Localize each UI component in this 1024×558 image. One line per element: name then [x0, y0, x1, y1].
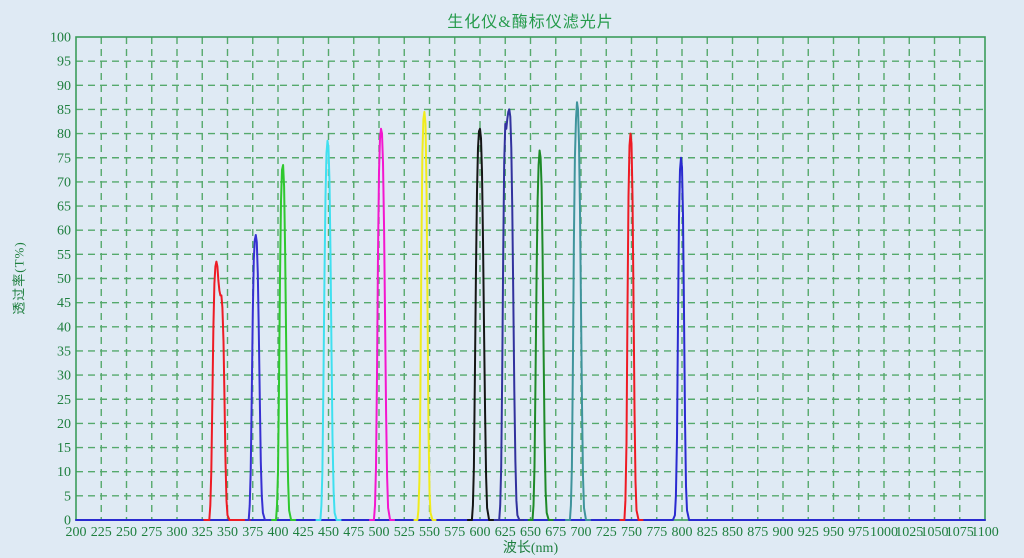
y-tick-label: 60	[57, 224, 71, 239]
y-tick-label: 5	[64, 489, 71, 504]
plot-area: 2002252502753003253503754004254504755005…	[0, 0, 1024, 558]
y-tick-label: 0	[64, 514, 71, 529]
series-curve-630nm	[495, 109, 523, 520]
y-tick-label: 25	[57, 393, 71, 408]
y-tick-label: 15	[57, 441, 71, 456]
y-tick-label: 20	[57, 417, 71, 432]
y-axis-title-text: 透过率(T%)	[9, 241, 28, 314]
y-tick-label: 70	[57, 175, 71, 190]
y-tick-label: 50	[57, 272, 71, 287]
series-curve-697nm	[566, 102, 590, 520]
y-tick-label: 55	[57, 248, 71, 263]
series-curve-546nm	[414, 112, 435, 520]
chart-page: 生化仪&酶标仪滤光片 20022525027530032535037540042…	[0, 0, 1024, 558]
y-tick-label: 80	[57, 127, 71, 142]
series-curve-505nm	[370, 129, 394, 520]
y-tick-label: 90	[57, 79, 71, 94]
y-tick-label: 85	[57, 103, 71, 118]
series-curve-378nm	[246, 235, 269, 520]
y-tick-label: 35	[57, 344, 71, 359]
y-tick-label: 30	[57, 369, 71, 384]
y-tick-label: 10	[57, 465, 71, 480]
y-tick-label: 45	[57, 296, 71, 311]
y-tick-label: 40	[57, 320, 71, 335]
y-tick-label: 75	[57, 151, 71, 166]
y-tick-label: 95	[57, 55, 71, 70]
y-tick-label: 65	[57, 200, 71, 215]
series-curve-405nm	[272, 165, 295, 520]
y-tick-label: 100	[50, 31, 71, 46]
x-axis-title: 波长(nm)	[76, 537, 985, 557]
